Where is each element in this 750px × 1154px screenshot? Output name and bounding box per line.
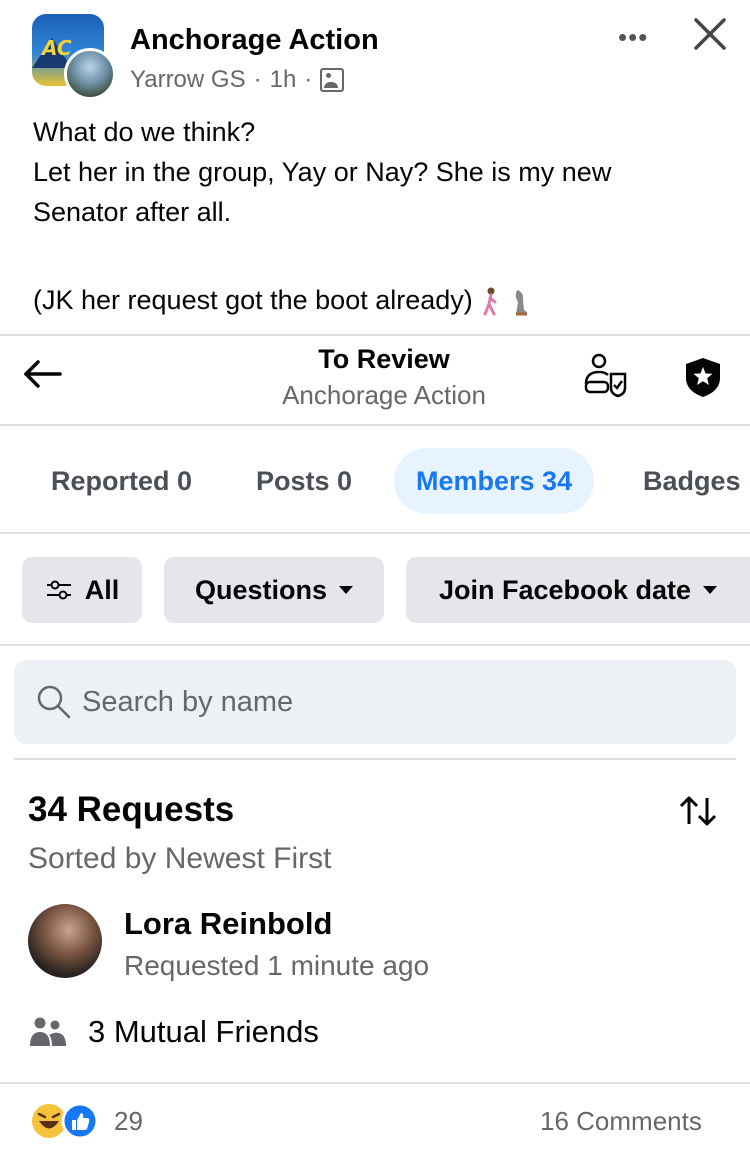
mutual-friends-text[interactable]: 3 Mutual Friends xyxy=(88,1014,319,1050)
post-text-line: Let her in the group, Yay or Nay? She is… xyxy=(33,157,612,187)
page-title: To Review xyxy=(318,344,450,374)
comments-link[interactable]: 16 Comments xyxy=(540,1106,702,1137)
chevron-down-icon xyxy=(339,586,354,594)
post-meta: Yarrow GS · 1h · xyxy=(130,66,345,94)
post-time[interactable]: 1h xyxy=(270,66,297,94)
tab-reported[interactable]: Reported 0 xyxy=(51,448,192,514)
requester-avatar[interactable] xyxy=(28,904,102,978)
divider xyxy=(0,1082,750,1084)
requester-name[interactable]: Lora Reinbold xyxy=(124,906,332,942)
group-name[interactable]: Anchorage Action xyxy=(130,24,379,57)
page-subtitle: Anchorage Action xyxy=(282,380,486,410)
filter-questions-label: Questions xyxy=(194,574,328,605)
search-icon xyxy=(37,685,71,719)
filter-join-date-label: Join Facebook date xyxy=(438,574,692,605)
tab-bar: Reported 0 Posts 0 Members 34 Badges xyxy=(0,448,750,514)
post-text-line: What do we think? xyxy=(33,117,256,147)
filter-all-label: All xyxy=(84,574,120,605)
tab-members[interactable]: Members 34 xyxy=(394,448,595,514)
tab-badges[interactable]: Badges xyxy=(643,448,741,514)
meta-separator: · xyxy=(304,66,313,93)
post-text-line: Senator after all. xyxy=(33,197,232,227)
divider xyxy=(0,644,750,646)
reactions-icon[interactable] xyxy=(30,1102,102,1140)
divider xyxy=(0,424,750,426)
close-icon[interactable] xyxy=(688,12,732,56)
admin-tools-icon[interactable] xyxy=(583,352,629,398)
tab-posts[interactable]: Posts 0 xyxy=(256,448,352,514)
search-input[interactable] xyxy=(82,680,682,724)
filter-join-date-button[interactable]: Join Facebook date xyxy=(406,557,750,623)
request-time: Requested 1 minute ago xyxy=(124,950,430,981)
filter-all-button[interactable]: All xyxy=(22,557,142,623)
divider xyxy=(0,532,750,534)
filter-questions-button[interactable]: Questions xyxy=(164,557,384,623)
author-avatar[interactable] xyxy=(64,48,116,100)
requests-heading: 34 Requests xyxy=(28,790,235,829)
mutual-friends-icon xyxy=(30,1017,66,1046)
author-name[interactable]: Yarrow GS xyxy=(130,66,246,94)
chevron-down-icon xyxy=(703,586,718,594)
post-text: What do we think? Let her in the group, … xyxy=(33,112,723,320)
filter-sliders-icon xyxy=(46,580,71,600)
post-text-line: (JK her request got the boot already) xyxy=(33,280,723,320)
shield-icon[interactable] xyxy=(683,356,723,398)
more-options-button[interactable]: ••• xyxy=(618,22,648,53)
boot-icon xyxy=(515,289,527,316)
sort-description: Sorted by Newest First xyxy=(28,842,332,875)
divider xyxy=(14,758,736,760)
sort-icon[interactable] xyxy=(676,792,720,832)
members-only-icon xyxy=(320,68,345,92)
reaction-count[interactable]: 29 xyxy=(114,1106,143,1137)
divider xyxy=(0,334,750,336)
meta-separator: · xyxy=(253,66,262,93)
person-walking-icon xyxy=(483,287,497,316)
